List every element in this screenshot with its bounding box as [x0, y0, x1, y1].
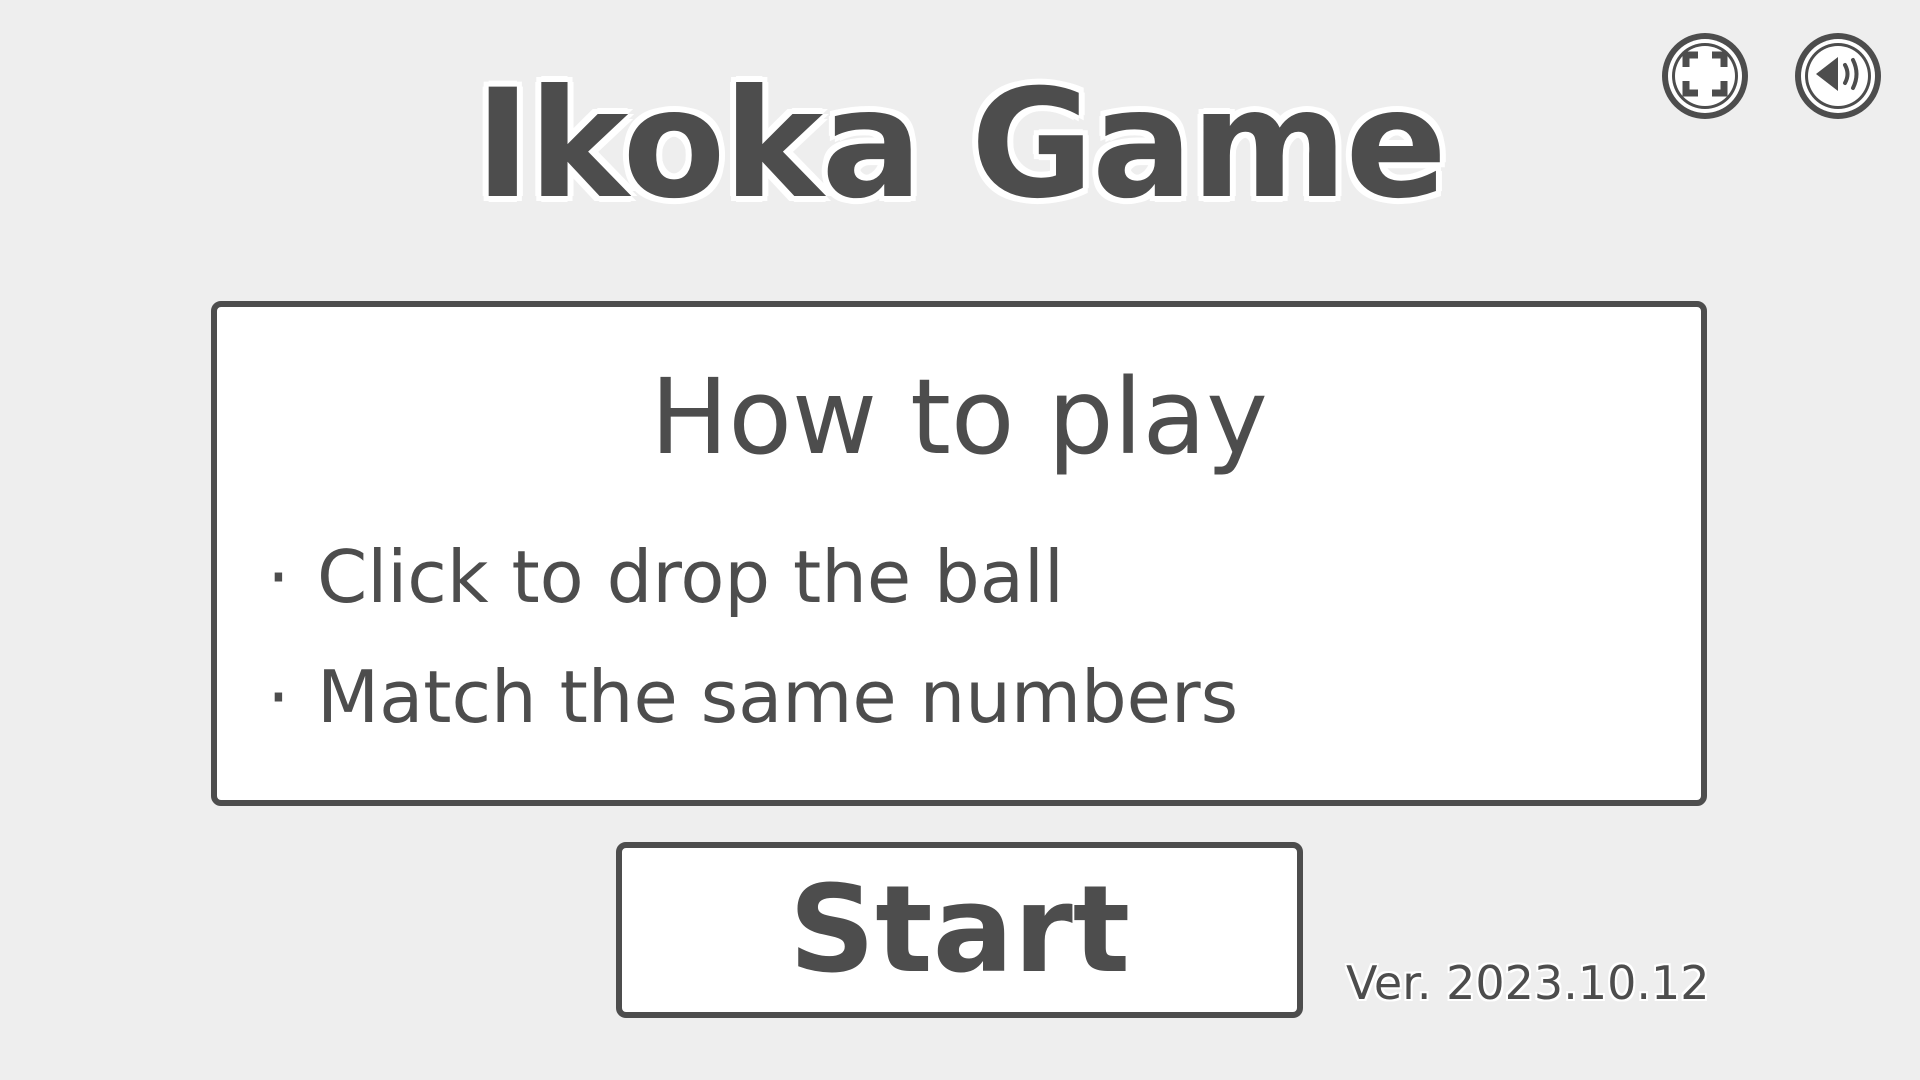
sound-button[interactable] [1795, 33, 1881, 119]
version-label: Ver. 2023.10.12 [1346, 956, 1710, 1010]
how-to-play-heading: How to play [650, 356, 1268, 478]
bullet: · [267, 535, 290, 619]
fullscreen-icon [1682, 51, 1728, 101]
fullscreen-button[interactable] [1662, 33, 1748, 119]
game-title: Ikoka Game [474, 58, 1447, 232]
instruction-text: Click to drop the ball [317, 535, 1064, 619]
title-screen: Ikoka Game How to play · Click to drop t… [0, 0, 1920, 1080]
how-to-play-panel: How to play · Click to drop the ball · Mat… [211, 301, 1707, 806]
instruction-text: Match the same numbers [317, 655, 1239, 739]
bullet: · [267, 655, 290, 739]
instruction-item: · Click to drop the ball [267, 532, 1064, 622]
start-button[interactable]: Start [616, 842, 1303, 1018]
sound-icon [1812, 51, 1864, 101]
instruction-item: · Match the same numbers [267, 652, 1238, 742]
